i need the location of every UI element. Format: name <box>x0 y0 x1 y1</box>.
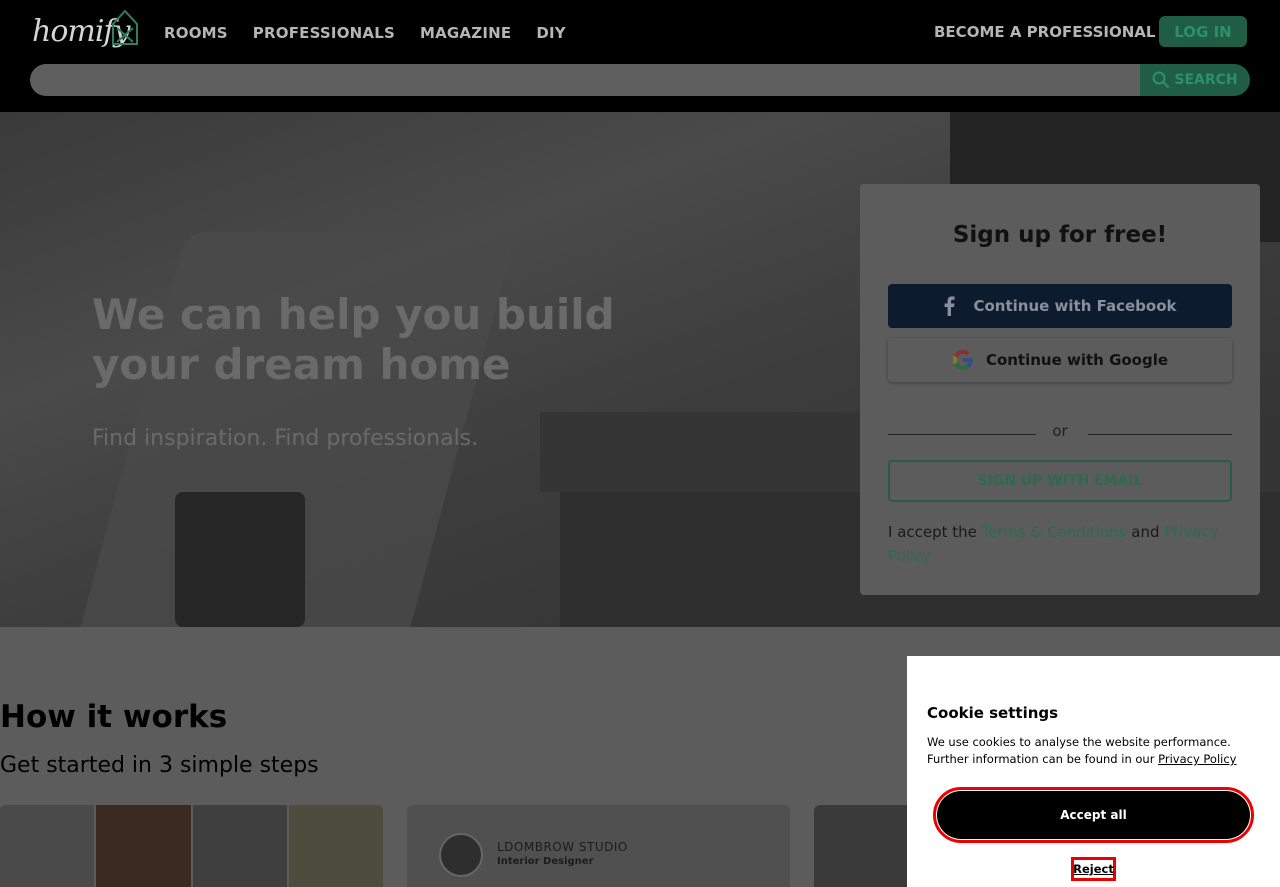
how-title: How it works <box>0 699 228 735</box>
search-button[interactable]: SEARCH <box>1140 64 1250 96</box>
how-subtitle: Get started in 3 simple steps <box>0 753 319 778</box>
search-button-label: SEARCH <box>1174 72 1238 88</box>
divider-left <box>888 434 1036 435</box>
nav-professionals[interactable]: PROFESSIONALS <box>253 24 395 42</box>
nav-magazine[interactable]: MAGAZINE <box>420 24 511 42</box>
nav-diy[interactable]: DIY <box>536 24 566 42</box>
search-icon <box>1152 71 1170 89</box>
site-header: homify ROOMS PROFESSIONALS MAGAZINE DIY … <box>0 0 1280 112</box>
accept-prefix: I accept the <box>888 523 982 541</box>
login-button[interactable]: LOG IN <box>1159 16 1247 47</box>
facebook-button-label: Continue with Facebook <box>973 297 1177 315</box>
professional-name: LDOMBROW STUDIO <box>497 840 628 854</box>
divider-right <box>1088 434 1232 435</box>
nav-rooms[interactable]: ROOMS <box>164 24 228 42</box>
cookie-description: We use cookies to analyse the website pe… <box>927 734 1267 768</box>
facebook-icon <box>945 296 956 316</box>
search-input[interactable] <box>30 64 1140 96</box>
facebook-signup-button[interactable]: Continue with Facebook <box>888 284 1232 328</box>
step-card-professional[interactable]: LDOMBROW STUDIO Interior Designer <box>407 805 790 887</box>
homify-logo[interactable]: homify <box>32 8 142 56</box>
inspiration-photo <box>288 805 383 887</box>
terms-acceptance: I accept the Terms & Conditions and Priv… <box>888 520 1232 568</box>
hero-title: We can help you build your dream home <box>92 290 615 389</box>
terms-link[interactable]: Terms & Conditions <box>982 523 1127 541</box>
cookie-privacy-link[interactable]: Privacy Policy <box>1158 752 1236 766</box>
google-button-label: Continue with Google <box>985 351 1169 369</box>
house-logo-icon <box>112 9 138 45</box>
google-icon <box>952 350 973 370</box>
step-card-inspiration[interactable] <box>0 805 383 887</box>
inspiration-photo <box>96 805 193 887</box>
accept-all-button[interactable]: Accept all <box>933 787 1254 843</box>
accept-and: and <box>1126 523 1165 541</box>
email-signup-button[interactable]: SIGN UP WITH EMAIL <box>888 460 1232 502</box>
google-signup-button[interactable]: Continue with Google <box>888 338 1232 382</box>
step-card-third[interactable] <box>814 805 914 887</box>
signup-title: Sign up for free! <box>952 222 1168 248</box>
reject-button[interactable]: Reject <box>1071 857 1116 881</box>
avatar <box>439 833 483 877</box>
signup-card: Sign up for free! Continue with Facebook… <box>860 184 1260 595</box>
main-nav: ROOMS PROFESSIONALS MAGAZINE DIY <box>164 24 566 42</box>
professional-role: Interior Designer <box>497 856 594 867</box>
inspiration-photo <box>192 805 289 887</box>
become-professional-link[interactable]: BECOME A PROFESSIONAL <box>934 23 1155 41</box>
cookie-banner: Cookie settings We use cookies to analys… <box>907 656 1280 887</box>
or-label: or <box>1052 422 1068 440</box>
cookie-title: Cookie settings <box>927 704 1059 722</box>
hero-subtitle: Find inspiration. Find professionals. <box>92 426 479 451</box>
inspiration-photo <box>0 805 97 887</box>
hero-background-chair-seat <box>175 492 305 627</box>
